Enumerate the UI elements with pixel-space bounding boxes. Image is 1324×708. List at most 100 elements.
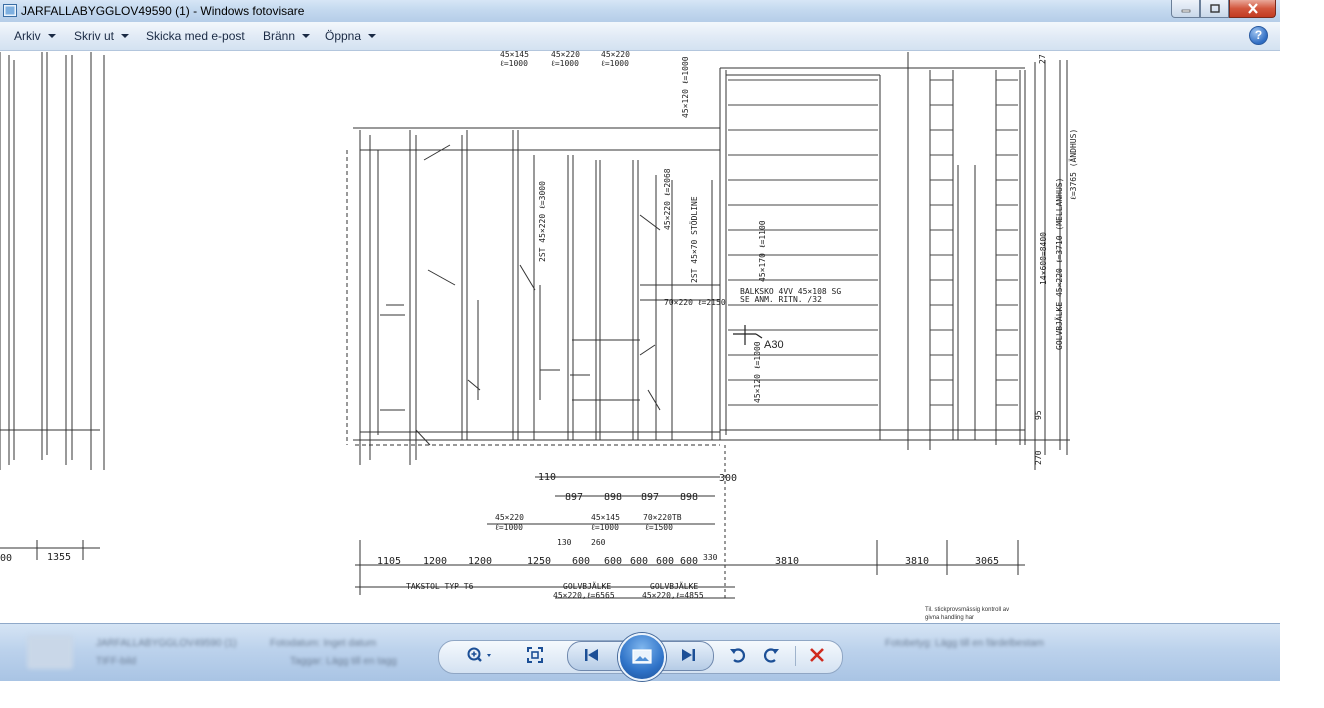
toolbar-separator: [795, 646, 796, 666]
file-name-blurred: JARFALLABYGGLOV49590 (1): [96, 638, 237, 649]
dim-label: ℓ=1000: [601, 59, 629, 68]
fit-to-window-icon: [527, 647, 543, 663]
dim-label-vertical: GOLVBJÄLKE 45×220 ℓ=3710 (MELLANHUS): [1054, 178, 1064, 350]
rotate-clockwise-button[interactable]: [756, 640, 786, 670]
dim-label: 1200: [468, 556, 492, 567]
dim-label: 600: [680, 556, 698, 567]
close-window-button[interactable]: [1229, 0, 1276, 18]
zoom-icon: [467, 647, 491, 662]
dim-label: 898: [604, 492, 622, 503]
title-bar: JARFALLABYGGLOV49590 (1) - Windows fotov…: [0, 0, 1280, 23]
rotate-left-icon: [730, 648, 746, 663]
menu-arkiv[interactable]: Arkiv: [14, 29, 56, 43]
dim-label: 1355: [47, 552, 71, 563]
window-title: JARFALLABYGGLOV49590 (1) - Windows fotov…: [21, 4, 305, 18]
minimize-icon: [1181, 9, 1190, 12]
stamp-text: Til. stickprovsmässig kontroll av: [925, 607, 1009, 613]
note-vertical: 45×220 ℓ=2068: [663, 168, 672, 230]
truss-label: TAKSTOL TYP T6: [406, 582, 474, 591]
dimension-row-4: 1105 1200 1200 1250 600 600 600 600 600 330 3810 38…: [377, 553, 999, 567]
dim-label-vertical: 45×120 ℓ=1000: [681, 56, 690, 118]
previous-button[interactable]: [577, 640, 607, 670]
minimize-button[interactable]: [1171, 0, 1200, 18]
menu-skicka-med-e-post[interactable]: Skicka med e-post: [146, 29, 245, 43]
menu-bar: Arkiv Skriv ut Skicka med e-post Bränn Ö…: [0, 22, 1280, 51]
dim-label: 3810: [775, 556, 799, 567]
dim-label: ℓ=1000: [551, 59, 579, 68]
dim-label: 110: [538, 472, 556, 483]
maximize-button[interactable]: [1200, 0, 1229, 18]
note-vertical: 2ST 45×70 STÖDLINE: [689, 196, 699, 283]
dim-label: ℓ=1000: [495, 523, 523, 532]
photo-viewer-app-icon: [3, 4, 17, 17]
dim-label: ℓ=1000: [591, 523, 619, 532]
dim-label: 1200: [423, 556, 447, 567]
photo-date-blurred: Fotodatum: Inget datum: [270, 638, 377, 649]
menu-brann-label: Bränn: [263, 29, 296, 43]
help-button[interactable]: ?: [1249, 26, 1268, 45]
dim-label: 1105: [377, 556, 401, 567]
slideshow-icon: [632, 649, 652, 664]
dim-label: 897: [565, 492, 583, 503]
note: 70×220 ℓ=2150: [664, 298, 726, 307]
dim-label: 600: [572, 556, 590, 567]
help-icon: ?: [1254, 28, 1263, 42]
dim-label: 600: [656, 556, 674, 567]
dim-label: 1250: [527, 556, 551, 567]
window-controls: [1171, 0, 1276, 18]
dim-label: 130: [557, 538, 572, 547]
dim-label: 330: [703, 553, 718, 562]
dim-label-vertical: 95: [1034, 410, 1043, 420]
ref-marker-label: A30: [764, 339, 784, 351]
menu-skriv-ut-label: Skriv ut: [74, 29, 115, 43]
properties-blurred: Fotobetyg: Lägg till en färdelbestam: [885, 638, 1044, 649]
chevron-down-icon: [121, 34, 130, 38]
dim-label: ℓ=1000: [500, 59, 528, 68]
joist-spec: 45×220,ℓ=6565: [553, 591, 615, 600]
dim-label: 600: [604, 556, 622, 567]
thumbnail-preview: [27, 635, 73, 669]
rotate-counterclockwise-button[interactable]: [723, 640, 753, 670]
image-viewport[interactable]: A30 45×145 45×220 45×220 ℓ=1000 ℓ=1000 ℓ…: [0, 51, 1280, 623]
dim-label-vertical: 27: [1038, 54, 1047, 64]
menu-skriv-ut[interactable]: Skriv ut: [74, 29, 130, 43]
dim-label: 45×220: [495, 513, 524, 522]
rotate-right-icon: [763, 648, 779, 663]
tags-blurred: Taggar: Lägg till en tagg: [290, 656, 397, 667]
note-vertical: 45×120 ℓ=1000: [753, 341, 762, 403]
previous-icon: [585, 649, 598, 661]
delete-icon: [810, 648, 824, 662]
dim-label: 600: [630, 556, 648, 567]
dim-label: 260: [591, 538, 606, 547]
dim-label: 45×220: [601, 51, 630, 59]
slideshow-button[interactable]: [618, 633, 666, 681]
dim-label: 45×145: [591, 513, 620, 522]
dim-label-vertical: 270: [1034, 450, 1043, 465]
dim-label: 70×220TB: [643, 513, 682, 522]
delete-button[interactable]: [802, 640, 832, 670]
dim-label: 45×220: [551, 51, 580, 59]
chevron-down-icon: [47, 34, 56, 38]
file-type-blurred: TIFF-bild: [96, 656, 136, 667]
dim-label: ℓ=1500: [645, 523, 673, 532]
menu-brann[interactable]: Bränn: [263, 29, 311, 43]
floor-plan-drawing: A30 45×145 45×220 45×220 ℓ=1000 ℓ=1000 ℓ…: [0, 51, 1078, 621]
next-button[interactable]: [673, 640, 703, 670]
next-icon: [682, 649, 695, 661]
actual-size-button[interactable]: [520, 640, 550, 670]
menu-skicka-label: Skicka med e-post: [146, 29, 245, 43]
zoom-button[interactable]: [465, 640, 495, 670]
dim-label-vertical: ℓ=3765 (ÄNDHUS): [1068, 129, 1078, 200]
menu-arkiv-label: Arkiv: [14, 29, 41, 43]
chevron-down-icon: [302, 34, 311, 38]
dim-label: 300: [719, 473, 737, 484]
menu-oppna-label: Öppna: [325, 29, 362, 43]
note-vertical: 2ST 45×220 ℓ=3000: [538, 181, 547, 262]
dim-label: 00: [0, 553, 12, 564]
menu-oppna[interactable]: Öppna: [325, 29, 377, 43]
dim-label: 45×145: [500, 51, 529, 59]
dim-label: 3065: [975, 556, 999, 567]
note-vertical: 45×170 ℓ=1100: [758, 220, 767, 282]
joist-label: GOLVBJÄLKE: [563, 581, 611, 591]
bottom-toolbar: JARFALLABYGGLOV49590 (1) Fotodatum: Inge…: [0, 623, 1280, 681]
